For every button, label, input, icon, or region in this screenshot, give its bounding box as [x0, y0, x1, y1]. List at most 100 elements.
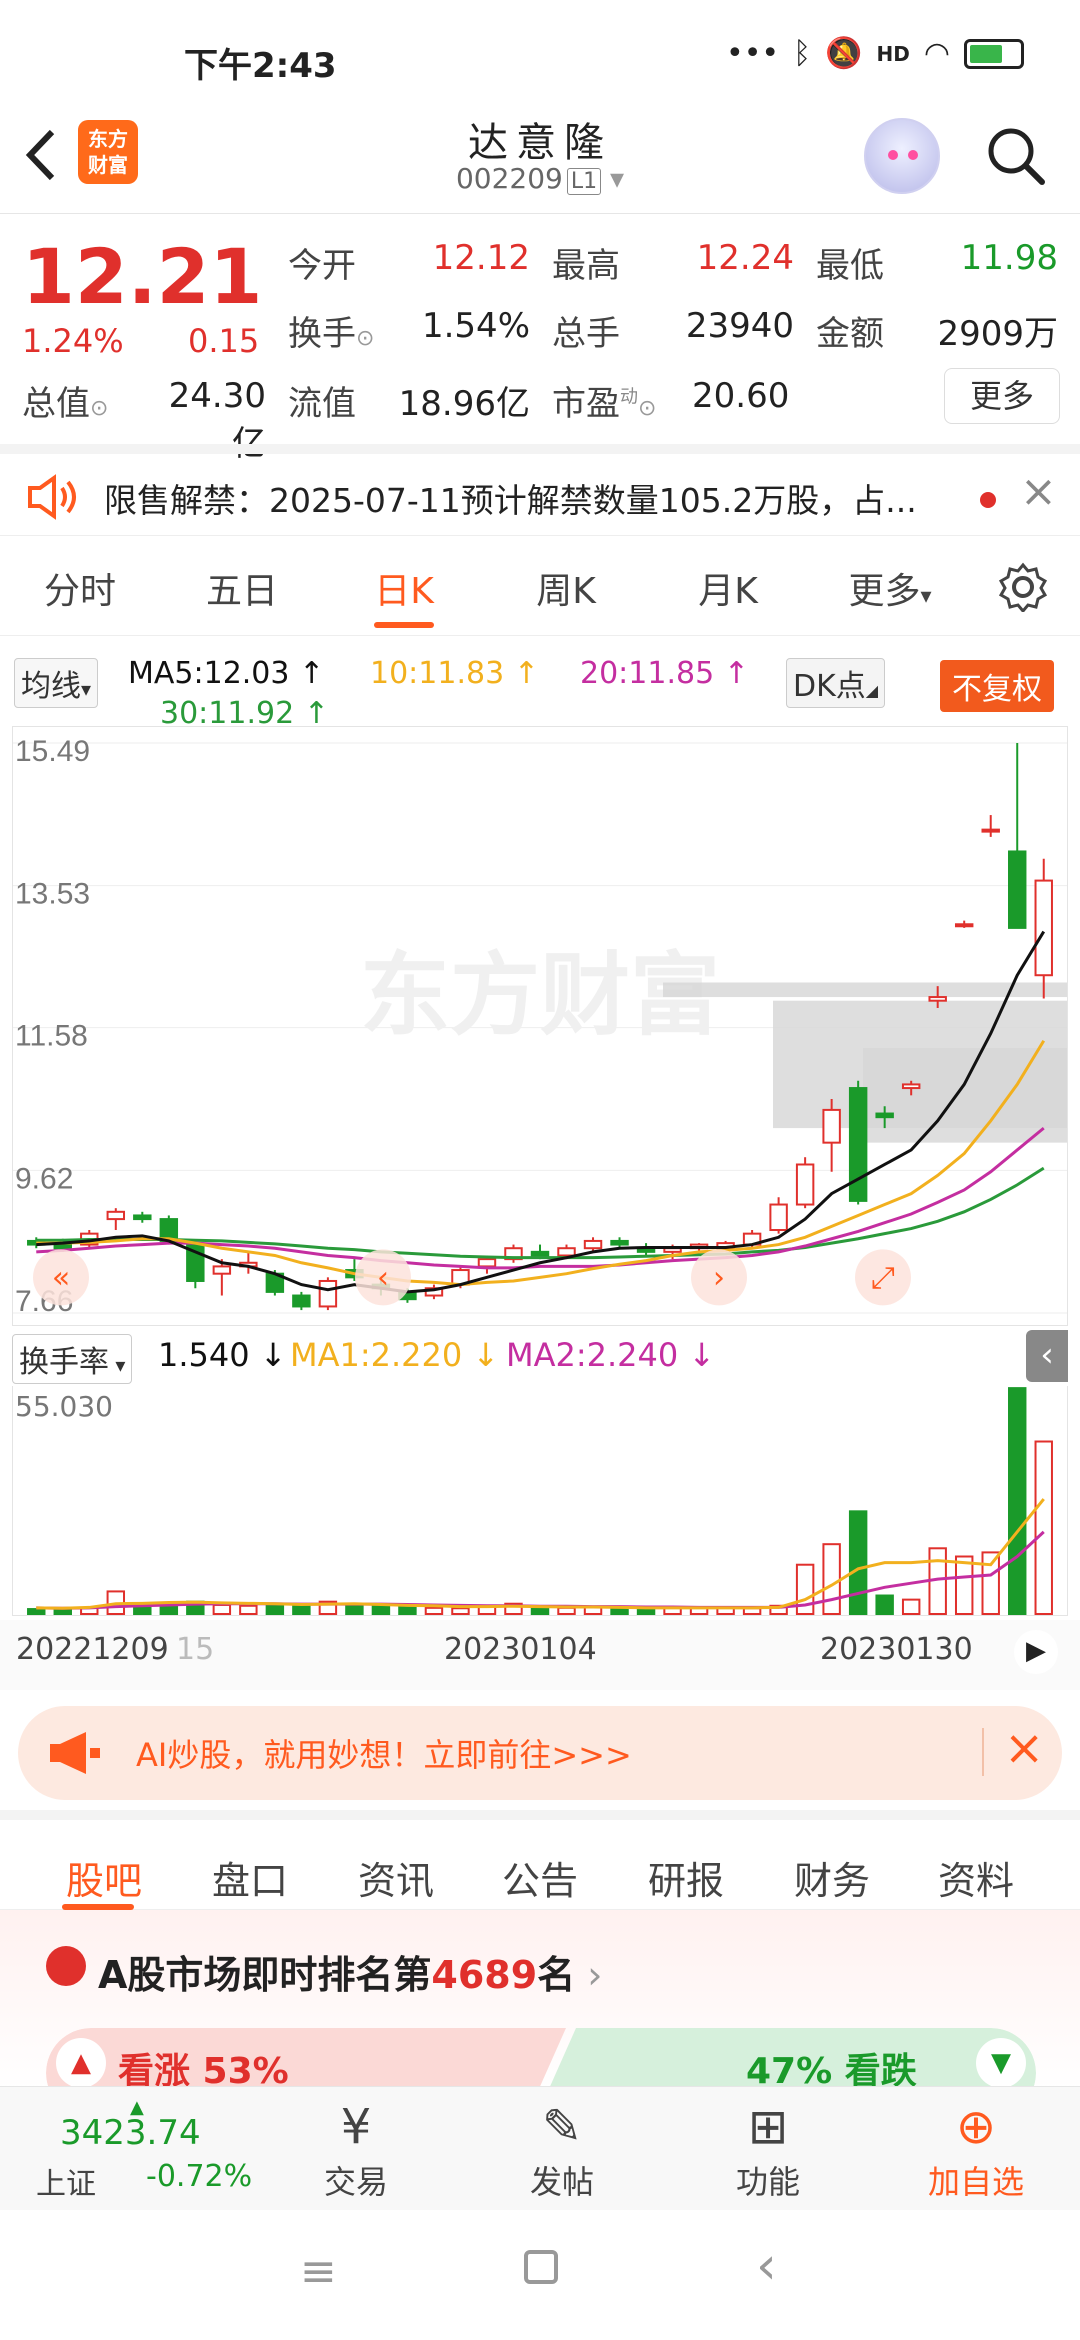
tab-weekly-k[interactable]: 周K	[486, 562, 646, 614]
ma5-value: MA5:12.03 ↑	[128, 656, 325, 691]
market-cap-label[interactable]: 总值⊙	[22, 376, 108, 425]
tab-research[interactable]: 研报	[616, 1850, 756, 1905]
bottom-toolbar: ▲ 3423.74 上证 -0.72% ¥ 交易 ✎ 发帖 ⊞ 功能 ⊕ 加自选	[0, 2086, 1080, 2210]
search-button[interactable]	[984, 124, 1048, 188]
battery-icon	[964, 38, 1024, 69]
candle-body	[795, 1163, 815, 1206]
high-label: 最高	[552, 246, 620, 286]
tab-news[interactable]: 资讯	[326, 1850, 466, 1905]
tab-daily-k[interactable]: 日K	[324, 562, 484, 614]
tab-finance[interactable]: 财务	[762, 1850, 902, 1905]
dk-point-toggle[interactable]: DK点◢	[786, 658, 886, 708]
tab-monthly-k[interactable]: 月K	[648, 562, 808, 614]
indicator-selector[interactable]: 均线▾	[14, 658, 99, 708]
candle-body	[875, 1112, 894, 1119]
bull-vote-button[interactable]: ▲	[56, 2038, 106, 2088]
collapse-panel-button[interactable]: ‹	[1026, 1330, 1068, 1382]
tab-more[interactable]: 更多▾	[810, 562, 970, 614]
candle-body	[106, 1210, 126, 1221]
date-label: 15	[176, 1632, 215, 1667]
turnover-axis-max: 55.030	[15, 1390, 113, 1423]
index-ticker[interactable]: ▲ 3423.74 上证 -0.72%	[20, 2097, 260, 2207]
high-value: 12.24	[696, 238, 794, 278]
low-label: 最低	[816, 246, 884, 286]
edit-icon: ✎	[541, 2099, 583, 2155]
home-icon[interactable]	[524, 2250, 558, 2284]
ma20-value: 20:11.85 ↑	[580, 656, 749, 691]
unlock-notice-bar[interactable]: 限售解禁：2025-07-11预计解禁数量105.2万股，占... ×	[0, 444, 1080, 536]
turnover-bar	[557, 1606, 576, 1615]
turnover-bar	[292, 1604, 311, 1616]
sub-indicator-selector[interactable]: 换手率 ▾	[12, 1334, 133, 1384]
candle-body	[477, 1258, 497, 1268]
wifi-icon: ◠	[923, 36, 950, 71]
candlestick-chart[interactable]: 15.49 13.53 11.58 9.62 7.66 东方财富 «‹ › ⤢	[12, 726, 1068, 1326]
play-icon[interactable]: ▶	[1014, 1630, 1058, 1674]
tab-guba[interactable]: 股吧	[34, 1850, 174, 1905]
close-icon[interactable]: ×	[1004, 1720, 1044, 1776]
turnover-bar	[1034, 1440, 1053, 1615]
chip-distribution-bar	[863, 1048, 1067, 1143]
more-quote-button[interactable]: 更多	[944, 368, 1060, 424]
menu-icon[interactable]: ≡	[300, 2246, 337, 2297]
tab-announcements[interactable]: 公告	[470, 1850, 610, 1905]
candle-body	[1008, 850, 1027, 929]
turnover-bar	[610, 1607, 629, 1616]
candle-body	[292, 1294, 311, 1308]
turnover-bar	[848, 1510, 868, 1615]
ranking-title[interactable]: A股市场即时排名第4689名 ›	[98, 1944, 602, 1999]
candle-body	[583, 1239, 603, 1250]
turnover-bar	[875, 1594, 894, 1615]
tab-profile[interactable]: 资料	[906, 1850, 1046, 1905]
turnover-legend: 换手率 ▾ 1.540 ↓ MA1:2.220 ↓ MA2:2.240 ↓ ‹	[0, 1330, 1080, 1386]
stock-header: 东方 财富 达意隆 002209 L1 ▾	[0, 110, 1080, 214]
turnover-bar	[424, 1606, 444, 1615]
bluetooth-icon: ᛒ	[793, 36, 812, 71]
turnover-bar	[451, 1607, 470, 1616]
bear-vote-button[interactable]: ▼	[976, 2038, 1026, 2088]
candle-body	[928, 996, 947, 1002]
ai-promo-banner[interactable]: AI炒股，就用妙想！立即前往>>> ×	[18, 1706, 1062, 1800]
caret-down-icon: ▾	[109, 1353, 126, 1377]
unread-dot	[980, 492, 996, 508]
candle-body	[212, 1265, 232, 1275]
candle-body	[53, 1243, 72, 1250]
chart-settings-button[interactable]	[998, 562, 1048, 614]
back-nav-icon[interactable]: ‹	[756, 2236, 777, 2296]
turnover-bar	[981, 1551, 1000, 1615]
add-watchlist-button[interactable]: ⊕ 加自选	[906, 2097, 1046, 2203]
system-navigation-bar: ≡ ‹	[0, 2210, 1080, 2340]
tab-intraday[interactable]: 分时	[0, 562, 160, 614]
turnover-label[interactable]: 换手⊙	[288, 306, 374, 355]
index-value: 3423.74	[60, 2113, 201, 2153]
speaker-icon	[24, 472, 80, 526]
ma-legend: 均线▾ MA5:12.03 ↑ 10:11.83 ↑ 20:11.85 ↑ 30…	[0, 640, 1080, 731]
turnover-bar	[901, 1598, 921, 1615]
turnover-bar	[239, 1604, 258, 1616]
trade-button[interactable]: ¥ 交易	[286, 2097, 426, 2203]
candle-body	[981, 828, 1000, 833]
current-price: 12.21	[22, 232, 263, 321]
tab-pankou[interactable]: 盘口	[180, 1850, 320, 1905]
post-button[interactable]: ✎ 发帖	[492, 2097, 632, 2203]
date-axis: 20221209 15 20230104 20230130 ▶	[0, 1620, 1080, 1690]
chart-nav-glyph: ‹	[377, 1260, 389, 1295]
pe-label[interactable]: 市盈动⊙	[552, 376, 656, 425]
candle-body	[1034, 879, 1053, 977]
function-button[interactable]: ⊞ 功能	[698, 2097, 838, 2203]
turnover-svg: 55.030	[15, 1387, 1053, 1616]
info-icon: ⊙	[638, 396, 657, 421]
turnover-bar	[53, 1608, 72, 1615]
change-amount: 0.15	[188, 322, 260, 360]
index-name: 上证	[36, 2167, 96, 2202]
market-level-badge: L1	[566, 168, 602, 195]
turnover-ma1: MA1:2.220 ↓	[290, 1336, 500, 1374]
close-icon[interactable]: ×	[1020, 466, 1057, 517]
ai-assistant-avatar[interactable]	[864, 118, 940, 194]
caret-down-icon: ▾	[601, 162, 625, 195]
amount-label: 金额	[816, 314, 884, 354]
ranking-panel: A股市场即时排名第4689名 › ▲ 看涨 53% 47% 看跌 ▼	[0, 1910, 1080, 2118]
turnover-chart[interactable]: 55.030	[12, 1386, 1068, 1616]
tab-five-day[interactable]: 五日	[162, 562, 322, 614]
unadjusted-toggle[interactable]: 不复权	[940, 660, 1054, 712]
